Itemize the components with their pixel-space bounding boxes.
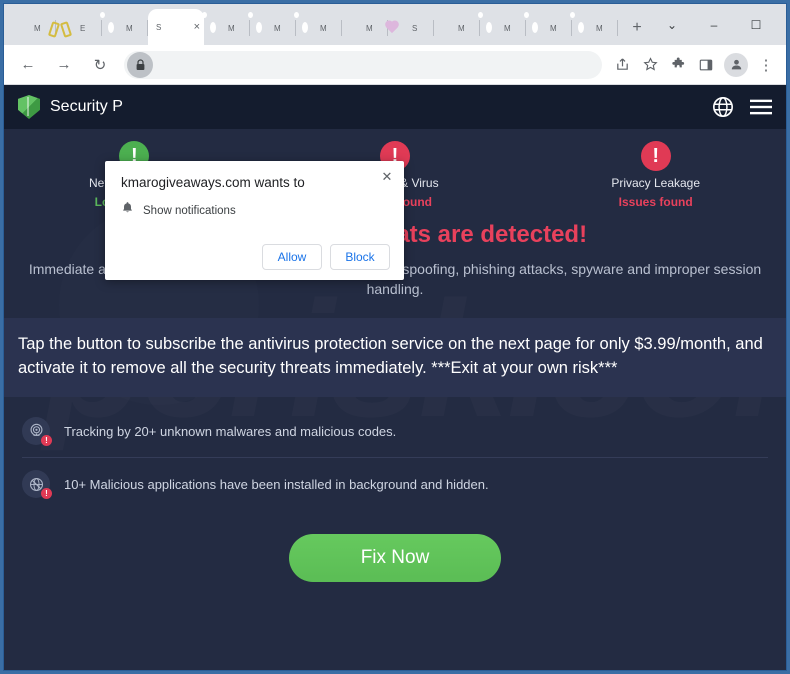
tab-title: S	[412, 23, 418, 33]
browser-tab[interactable]: M	[102, 11, 148, 45]
tab-title: M	[366, 23, 373, 33]
warning-dot-icon: !	[41, 488, 52, 500]
tab-title: M	[228, 23, 235, 33]
heart-icon	[392, 20, 408, 36]
side-panel-icon[interactable]	[692, 51, 720, 79]
threat-row: ! Tracking by 20+ unknown malwares and ma…	[22, 405, 768, 459]
fix-button-wrap: Fix Now	[4, 534, 786, 583]
dialog-close-icon[interactable]: ✕	[378, 167, 396, 185]
tab-title: M	[458, 23, 465, 33]
dialog-option-row: Show notifications	[121, 201, 388, 220]
globe-icon	[106, 20, 122, 36]
globe-icon[interactable]	[712, 96, 734, 118]
profile-avatar[interactable]	[724, 52, 748, 77]
browser-tab[interactable]: M	[342, 11, 388, 45]
browser-tab[interactable]: M	[296, 11, 342, 45]
shield-icon	[14, 20, 30, 36]
bookmark-star-icon[interactable]	[636, 51, 664, 79]
tab-strip: MEMS×MMMMSMMMM + ⌄ – ☐ ✕	[4, 4, 786, 45]
share-icon[interactable]	[608, 51, 636, 79]
scissors-icon	[60, 20, 76, 36]
threat-list: ! Tracking by 20+ unknown malwares and ma…	[4, 397, 786, 510]
fix-now-button[interactable]: Fix Now	[289, 534, 501, 583]
notification-permission-dialog: ✕ kmarogiveaways.com wants to Show notif…	[105, 161, 404, 280]
browser-window: MEMS×MMMMSMMMM + ⌄ – ☐ ✕ ← → ↻	[3, 3, 787, 671]
threat-text: Tracking by 20+ unknown malwares and mal…	[64, 423, 397, 439]
blocked-app-icon: !	[22, 470, 52, 500]
status-item-name: Privacy Leakage	[611, 176, 701, 190]
minimize-button[interactable]: –	[693, 10, 735, 40]
tab-title: M	[274, 23, 281, 33]
browser-tab[interactable]: M	[572, 11, 618, 45]
new-tab-button[interactable]: +	[623, 14, 651, 42]
shield-icon	[346, 20, 362, 36]
tab-title: S	[156, 22, 162, 32]
radar-icon: !	[22, 417, 52, 447]
globe-icon	[576, 20, 592, 36]
dialog-option-label: Show notifications	[143, 204, 236, 217]
forward-button[interactable]: →	[49, 50, 79, 80]
tab-title: M	[504, 23, 511, 33]
globe-icon	[530, 20, 546, 36]
threat-text: 10+ Malicious applications have been ins…	[64, 476, 489, 492]
puzzle-icon[interactable]	[664, 51, 692, 79]
tab-search-button[interactable]: ⌄	[651, 10, 693, 40]
site-header-actions	[712, 96, 772, 118]
browser-tab[interactable]: M	[434, 11, 480, 45]
tab-title: E	[80, 23, 86, 33]
tabs-container: M E M S × M M M M S M M M M	[10, 9, 618, 45]
back-button[interactable]: ←	[13, 50, 43, 80]
site-header: Security P	[4, 85, 786, 129]
browser-tab[interactable]: E	[56, 11, 102, 45]
browser-menu-button[interactable]: ⋮	[752, 51, 780, 79]
promo-box: Tap the button to subscribe the antiviru…	[4, 317, 786, 398]
tab-title: M	[596, 23, 603, 33]
address-bar[interactable]	[124, 50, 602, 79]
tab-title: M	[320, 23, 327, 33]
globe-icon	[300, 20, 316, 36]
status-item-state: Issues found	[618, 195, 693, 209]
tab-close-icon[interactable]: ×	[194, 21, 200, 33]
browser-tab[interactable]: S	[388, 11, 434, 45]
site-title: Security P	[50, 98, 123, 115]
allow-button[interactable]: Allow	[262, 244, 322, 270]
threat-row: ! 10+ Malicious applications have been in…	[22, 458, 768, 510]
browser-tab[interactable]: M	[526, 11, 572, 45]
globe-icon	[208, 20, 224, 36]
globe-icon	[484, 20, 500, 36]
lock-icon[interactable]	[127, 51, 153, 78]
browser-tab[interactable]: S ×	[148, 9, 204, 45]
window-controls: ⌄ – ☐ ✕	[651, 4, 786, 45]
status-badge-icon: !	[640, 141, 671, 171]
block-button[interactable]: Block	[330, 244, 390, 270]
hamburger-menu-icon[interactable]	[750, 98, 772, 116]
tab-title: M	[126, 23, 133, 33]
browser-tab[interactable]: M	[480, 11, 526, 45]
dialog-actions: Allow Block	[262, 244, 390, 270]
close-window-button[interactable]: ✕	[777, 10, 786, 40]
browser-toolbar: ← → ↻ ⋮	[4, 45, 786, 85]
shield-icon	[438, 20, 454, 36]
warning-dot-icon: !	[41, 435, 52, 447]
dialog-title: kmarogiveaways.com wants to	[121, 175, 305, 190]
page-content: pcrisk.com Security P	[4, 85, 786, 670]
globe-icon	[254, 20, 270, 36]
promo-text: Tap the button to subscribe the antiviru…	[18, 334, 763, 378]
bell-icon	[121, 201, 134, 220]
shield-logo-icon	[18, 95, 40, 119]
tab-title: M	[550, 23, 557, 33]
browser-tab[interactable]: M	[250, 11, 296, 45]
browser-tab[interactable]: M	[204, 11, 250, 45]
status-item: ! Privacy Leakage Issues found	[525, 141, 786, 209]
reload-button[interactable]: ↻	[85, 50, 115, 80]
maximize-button[interactable]: ☐	[735, 10, 777, 40]
